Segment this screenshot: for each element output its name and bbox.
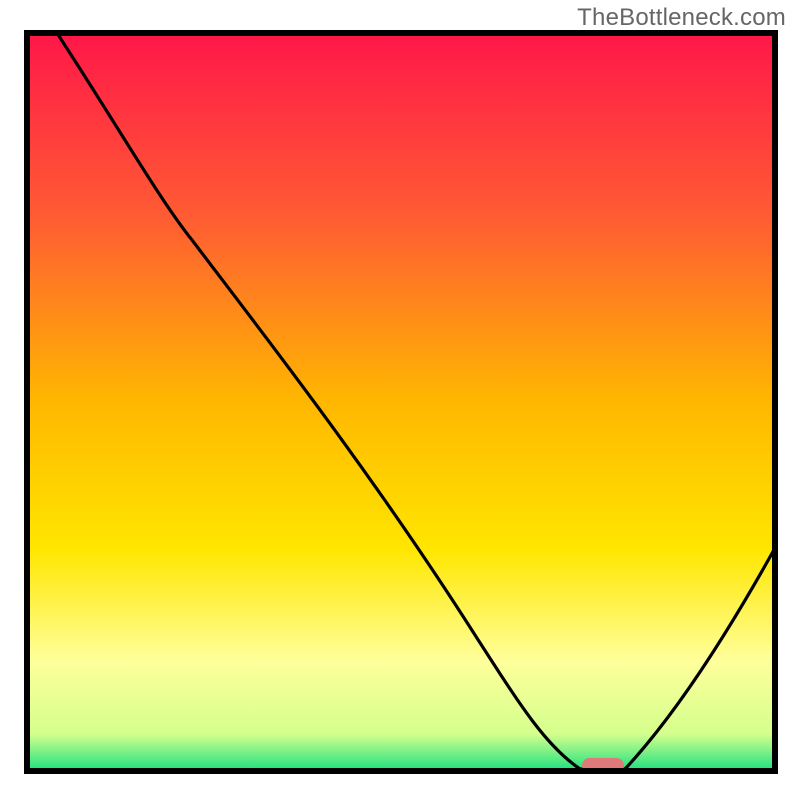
watermark-label: TheBottleneck.com [577, 4, 786, 32]
chart-svg [0, 0, 800, 800]
chart-frame: TheBottleneck.com [0, 0, 800, 800]
plot-background [27, 33, 775, 771]
